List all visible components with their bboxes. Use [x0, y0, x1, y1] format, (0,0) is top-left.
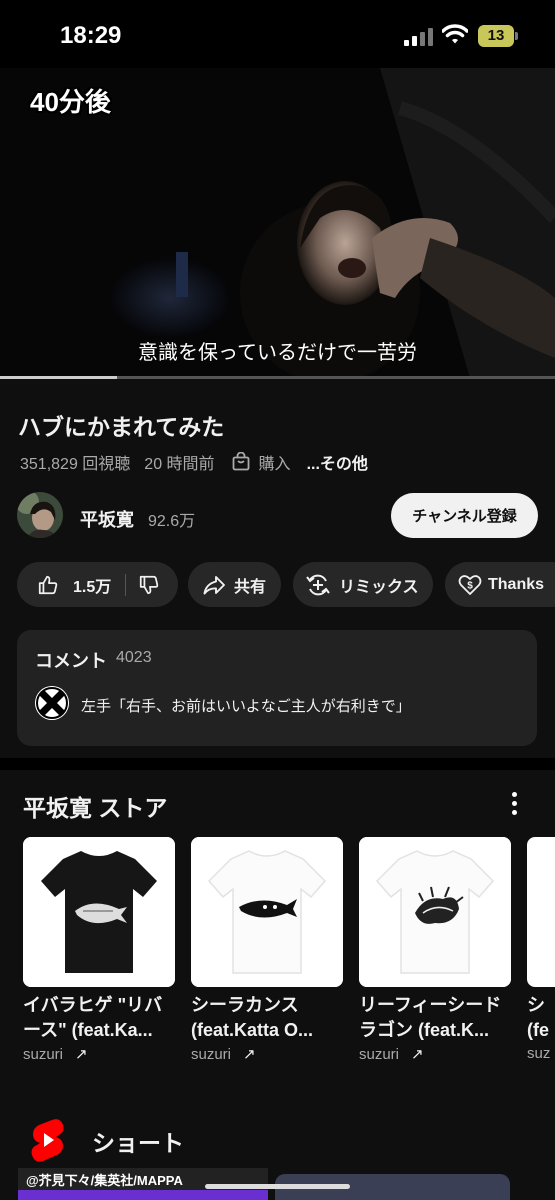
buy-link[interactable]: 購入 — [259, 450, 291, 474]
remix-button[interactable]: リミックス — [293, 562, 433, 607]
store-title: 平坂寛 ストア — [23, 795, 168, 821]
store-product-4[interactable]: シ (fe suz — [527, 837, 555, 1062]
short-thumbnail-band — [18, 1190, 268, 1200]
super-thanks-icon: $ — [458, 574, 482, 595]
product-name-line2: ース" (feat.Ka... — [23, 1020, 153, 1040]
vendor-name: suz — [527, 1045, 551, 1062]
commenter-avatar — [35, 686, 69, 720]
thumbs-down-icon[interactable] — [138, 574, 160, 596]
svg-text:$: $ — [467, 580, 473, 591]
product-vendor: suzuri ↗ — [191, 1045, 343, 1064]
external-link-icon: ↗ — [75, 1046, 88, 1063]
product-name-line2: (feat.Katta O... — [191, 1020, 314, 1040]
subscribe-button[interactable]: チャンネル登録 — [391, 493, 538, 538]
product-name-line2: ラゴン (feat.K... — [359, 1020, 490, 1040]
product-name: リーフィーシード — [359, 995, 502, 1015]
comments-title: コメント — [35, 651, 107, 671]
video-title[interactable]: ハブにかまれてみた — [18, 408, 224, 442]
comments-section[interactable]: コメント 4023 左手「右手、お前はいいよなご主人が右利きで」 — [17, 630, 537, 746]
status-time: 18:29 — [60, 22, 122, 49]
like-button[interactable]: 1.5万 — [17, 573, 111, 597]
comments-count: 4023 — [116, 649, 152, 666]
short-credit-text: @芥見下々/集英社/MAPPA — [26, 1173, 183, 1188]
remix-icon — [306, 574, 330, 595]
product-name: シ — [527, 995, 545, 1015]
subscriber-count: 92.6万 — [148, 513, 196, 530]
cellular-signal-icon — [404, 28, 434, 46]
channel-name[interactable]: 平坂寛 — [80, 506, 134, 532]
thanks-label: Thanks — [488, 575, 545, 593]
more-link[interactable]: ...その他 — [307, 450, 368, 474]
thanks-button[interactable]: $ Thanks — [445, 562, 555, 607]
product-name: シーラカンス — [191, 995, 299, 1015]
top-comment-text: 左手「右手、お前はいいよなご主人が右利きで」 — [81, 698, 411, 715]
thumbs-up-icon — [38, 575, 58, 594]
vendor-name: suzuri — [191, 1045, 232, 1063]
store-product-2[interactable]: シーラカンス (feat.Katta O... suzuri ↗ — [191, 837, 343, 1063]
product-name-line2: (fe — [527, 1020, 549, 1040]
external-link-icon: ↗ — [411, 1046, 424, 1063]
shorts-logo-icon — [31, 1119, 64, 1162]
share-label: 共有 — [234, 578, 267, 596]
home-indicator[interactable] — [205, 1184, 350, 1189]
external-link-icon: ↗ — [243, 1046, 256, 1063]
share-arrow-icon — [203, 575, 225, 594]
like-dislike-group: 1.5万 — [17, 562, 178, 607]
channel-avatar[interactable] — [17, 492, 63, 538]
more-options-icon[interactable] — [505, 790, 525, 818]
battery-tip — [515, 32, 518, 40]
product-vendor: suzuri ↗ — [23, 1045, 175, 1064]
view-count: 351,829 回視聴 — [20, 456, 131, 473]
status-bar: 18:29 13 — [0, 0, 555, 68]
product-image — [191, 837, 343, 987]
remix-label: リミックス — [339, 578, 419, 596]
store-product-1[interactable]: イバラヒゲ "リバ ース" (feat.Ka... suzuri ↗ — [23, 837, 175, 1063]
share-button[interactable]: 共有 — [188, 562, 281, 607]
like-count: 1.5万 — [73, 578, 112, 596]
shorts-section-title: ショート — [92, 1130, 184, 1156]
like-divider — [125, 573, 127, 596]
product-image — [527, 837, 555, 987]
wifi-icon — [442, 24, 468, 44]
product-name: イバラヒゲ "リバ — [23, 995, 163, 1015]
video-progress-fill — [0, 376, 117, 379]
vendor-name: suzuri — [359, 1045, 400, 1063]
video-subtitle: 意識を保っているだけで一苦労 — [138, 342, 417, 364]
product-vendor: suzuri ↗ — [359, 1045, 511, 1064]
product-vendor: suz — [527, 1045, 555, 1062]
section-divider — [0, 758, 555, 770]
shopping-bag-icon — [232, 452, 249, 471]
video-progress-bar[interactable] — [0, 376, 555, 379]
product-image — [359, 837, 511, 987]
store-product-3[interactable]: リーフィーシード ラゴン (feat.K... suzuri ↗ — [359, 837, 511, 1063]
video-player[interactable]: 40分後 意識を保っているだけで一苦労 — [0, 68, 555, 378]
video-overlay-caption: 40分後 — [30, 87, 111, 117]
video-meta[interactable]: 351,829 回視聴 20 時間前 購入 ...その他 — [20, 450, 368, 474]
battery-indicator: 13 — [478, 25, 514, 47]
vendor-name: suzuri — [23, 1045, 64, 1063]
product-image — [23, 837, 175, 987]
upload-time: 20 時間前 — [144, 456, 215, 473]
